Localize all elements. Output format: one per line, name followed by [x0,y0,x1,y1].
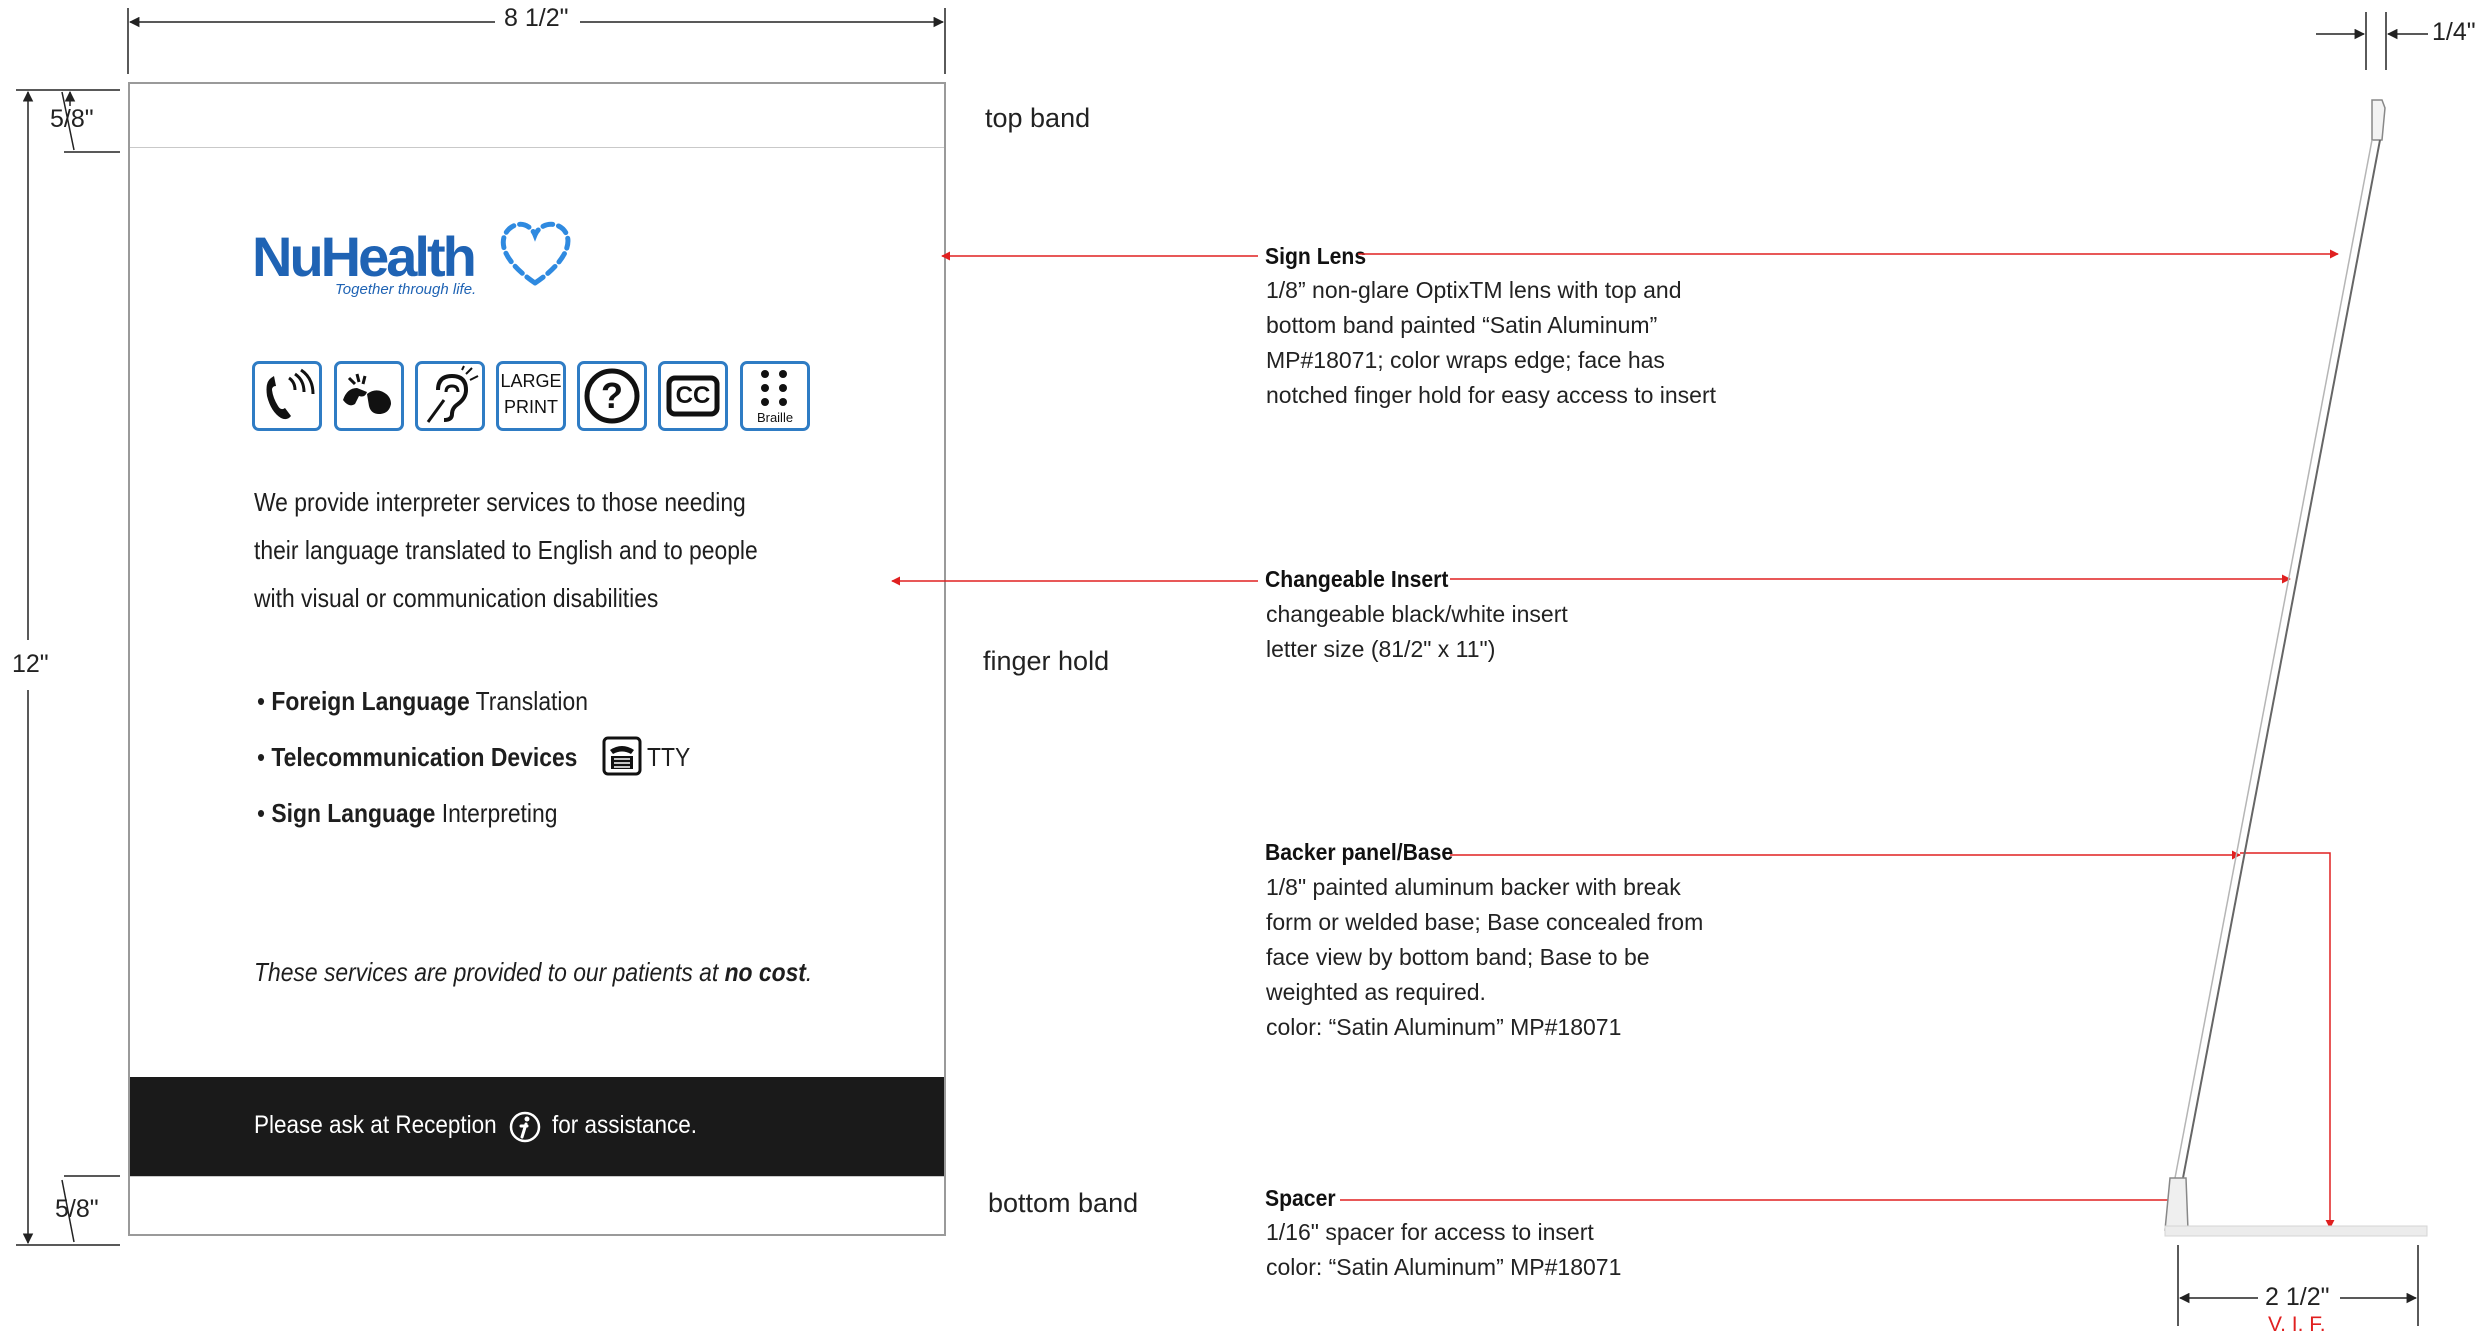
callout-leaders [891,249,2339,1229]
thickness-dimension-line [2316,12,2428,70]
base-depth-dimension-line [2177,1245,2419,1326]
drawing-lines [16,8,2428,1326]
top-band-dimension-line [61,90,120,153]
profile-top-band [2371,99,2386,141]
height-dimension-line [16,89,120,1246]
side-profile [2164,99,2428,1237]
width-dimension-line [127,8,946,74]
profile-base [2164,1225,2428,1237]
profile-insert [2174,139,2373,1179]
profile-spacer [2164,1177,2189,1231]
profile-lens [2182,139,2381,1179]
bottom-band-dimension-line [61,1175,120,1243]
